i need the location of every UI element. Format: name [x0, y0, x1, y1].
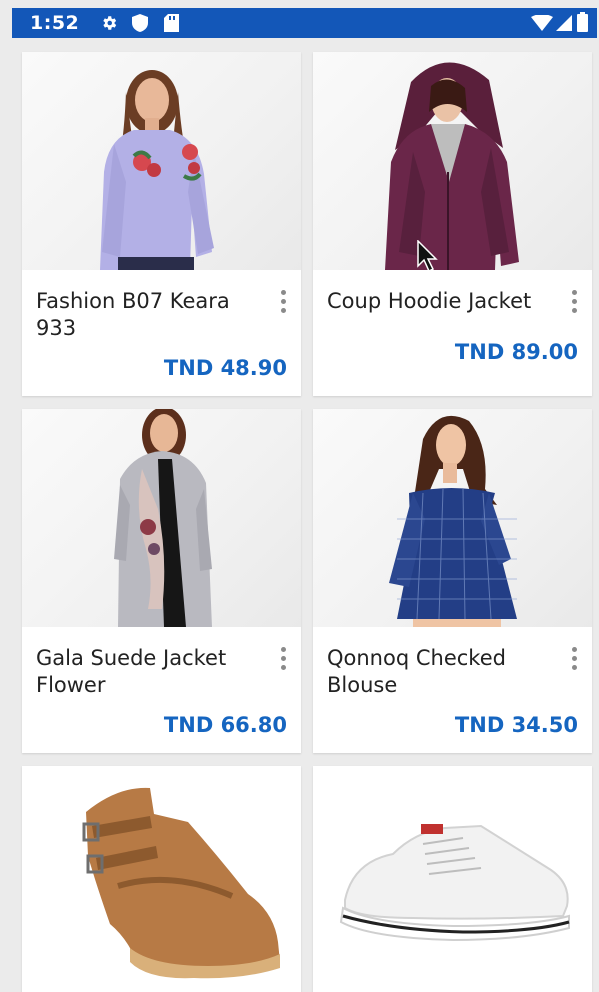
battery-icon — [577, 12, 588, 32]
product-image[interactable] — [22, 409, 301, 627]
product-image[interactable] — [313, 52, 592, 270]
product-price: TND 34.50 — [454, 713, 578, 737]
product-image[interactable] — [22, 52, 301, 270]
signal-icon — [556, 15, 572, 31]
status-bar: 1:52 — [12, 8, 597, 38]
wifi-icon — [531, 15, 553, 31]
product-card[interactable]: Fashion B07 Keara 933 TND 48.90 — [22, 52, 301, 396]
product-card[interactable]: Gala Suede Jacket Flower TND 66.80 — [22, 409, 301, 753]
settings-icon — [103, 16, 117, 30]
more-options-icon[interactable] — [277, 290, 289, 316]
more-options-icon[interactable] — [568, 647, 580, 673]
mouse-cursor-icon — [417, 240, 438, 273]
more-options-icon[interactable] — [277, 647, 289, 673]
product-card[interactable]: Coup Hoodie Jacket TND 89.00 — [313, 52, 592, 396]
product-title[interactable]: Qonnoq Checked Blouse — [327, 645, 552, 699]
more-options-icon[interactable] — [568, 290, 580, 316]
product-image[interactable] — [313, 409, 592, 627]
product-card[interactable] — [313, 766, 592, 992]
product-card[interactable] — [22, 766, 301, 992]
shield-icon — [132, 14, 148, 32]
product-image[interactable] — [22, 766, 301, 984]
sd-card-icon — [164, 14, 179, 32]
product-title[interactable]: Fashion B07 Keara 933 — [36, 288, 261, 342]
product-price: TND 66.80 — [163, 713, 287, 737]
product-title[interactable]: Gala Suede Jacket Flower — [36, 645, 261, 699]
product-price: TND 48.90 — [163, 356, 287, 380]
product-card[interactable]: Qonnoq Checked Blouse TND 34.50 — [313, 409, 592, 753]
product-price: TND 89.00 — [454, 340, 578, 364]
product-title[interactable]: Coup Hoodie Jacket — [327, 288, 552, 315]
status-time: 1:52 — [30, 12, 80, 34]
product-image[interactable] — [313, 766, 592, 984]
